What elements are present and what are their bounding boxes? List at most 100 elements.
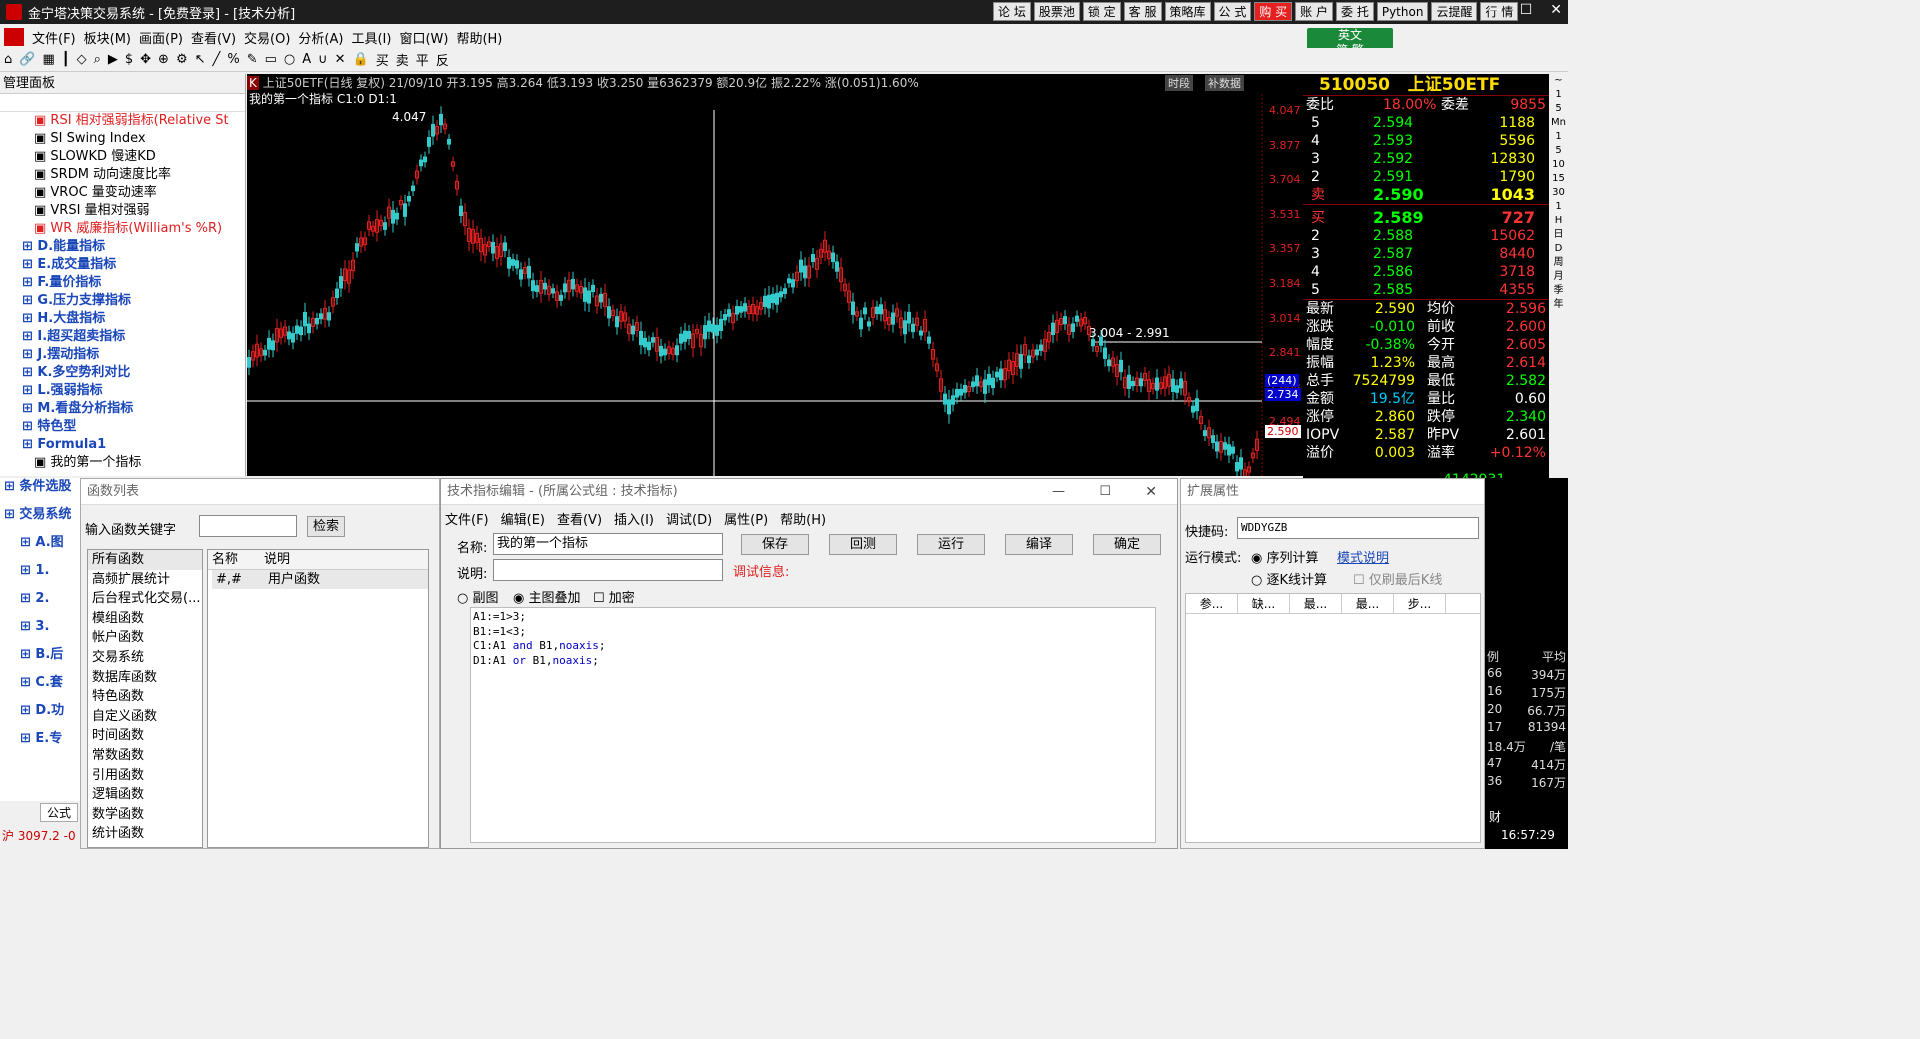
- line-tool-icon[interactable]: ╱: [213, 52, 221, 67]
- pen-icon[interactable]: ✎: [247, 52, 258, 67]
- category-item[interactable]: 特色函数: [88, 687, 202, 707]
- editor-menu-item-5[interactable]: 属性(P): [724, 509, 768, 528]
- mode-perbar-radio[interactable]: ○ 逐K线计算: [1251, 569, 1327, 588]
- tree-item[interactable]: ⊞ F.量价指标: [4, 274, 245, 292]
- category-list[interactable]: 所有函数 高频扩展统计 后台程式化交易(... 模组函数 帐户函数 交易系统 数据库函数 特色…: [87, 549, 203, 848]
- magnet-icon[interactable]: ∪: [318, 52, 328, 67]
- editor-menu-item-4[interactable]: 调试(D): [666, 509, 712, 528]
- tree-item[interactable]: ⊞ G.压力支撑指标: [4, 292, 245, 310]
- editor-menu-item-3[interactable]: 插入(I): [614, 509, 654, 528]
- radio-subchart[interactable]: ○ 副图: [457, 587, 499, 606]
- lower-tree-item[interactable]: ⊞ 1.: [0, 562, 80, 590]
- top-button-10[interactable]: 云提醒: [1431, 2, 1478, 21]
- editor-button-2[interactable]: 运行: [917, 534, 985, 555]
- category-item[interactable]: 统计函数: [88, 824, 202, 844]
- param-table[interactable]: 参... 缺... 最... 最... 步...: [1185, 593, 1481, 843]
- menu-item-7[interactable]: 窗口(W): [399, 28, 448, 47]
- circle-icon[interactable]: ○: [284, 52, 295, 67]
- category-item[interactable]: 所有函数: [88, 550, 202, 570]
- category-item[interactable]: 帐户函数: [88, 628, 202, 648]
- top-button-1[interactable]: 股票池: [1033, 2, 1080, 21]
- editor-maximize-icon[interactable]: ☐: [1099, 479, 1111, 505]
- tree-item[interactable]: ⊞ E.成交量指标: [4, 256, 245, 274]
- category-item[interactable]: 数学函数: [88, 805, 202, 825]
- play-icon[interactable]: ▶: [108, 52, 118, 67]
- category-item[interactable]: 逻辑函数: [88, 785, 202, 805]
- editor-menu-item-2[interactable]: 查看(V): [557, 509, 602, 528]
- top-button-3[interactable]: 客 服: [1123, 2, 1162, 21]
- lower-tree-item[interactable]: ⊞ 2.: [0, 590, 80, 618]
- tree-item[interactable]: ▣ VROC 量变动速率: [4, 184, 245, 202]
- close-icon[interactable]: ✕: [1550, 2, 1562, 18]
- menu-item-2[interactable]: 画面(P): [139, 28, 183, 47]
- dollar-icon[interactable]: $: [125, 52, 133, 67]
- tree-item[interactable]: ▣ WR 威廉指标(William's %R): [4, 220, 245, 238]
- tree-item[interactable]: ▣ RSI 相对强弱指标(Relative St: [4, 112, 245, 130]
- percent-icon[interactable]: %: [227, 52, 239, 67]
- function-row[interactable]: #,# 用户函数: [212, 569, 428, 590]
- lock-icon[interactable]: 🔒: [353, 52, 369, 67]
- tree-item[interactable]: ⊞ I.超买超卖指标: [4, 328, 245, 346]
- text-tool-icon[interactable]: A: [302, 52, 311, 67]
- lower-tree-item[interactable]: ⊞ C.套: [0, 674, 80, 702]
- editor-button-4[interactable]: 确定: [1093, 534, 1161, 555]
- tree-item[interactable]: ⊞ 特色型: [4, 418, 245, 436]
- desc-input[interactable]: [493, 559, 723, 581]
- category-item[interactable]: 高频扩展统计: [88, 570, 202, 590]
- lower-tree-item[interactable]: ⊞ B.后: [0, 646, 80, 674]
- code-editor[interactable]: A1:=1>3; B1:=1<3; C1:A1 and B1,noaxis; D…: [470, 607, 1156, 843]
- cursor-icon[interactable]: ↖: [195, 52, 206, 67]
- tree-item[interactable]: ▣ 我的第一个指标: [4, 454, 245, 472]
- period-strip[interactable]: ~1 5 Mn 1 5 10 15 30 1 H 日 D 周月季年: [1549, 74, 1568, 494]
- tab-formula[interactable]: 公式: [40, 803, 79, 822]
- menu-item-0[interactable]: 文件(F): [32, 28, 76, 47]
- category-item[interactable]: 后台程式化交易(...: [88, 589, 202, 609]
- menu-item-5[interactable]: 分析(A): [298, 28, 343, 47]
- mode-help-link[interactable]: 模式说明: [1337, 547, 1389, 566]
- tree-item[interactable]: ⊞ H.大盘指标: [4, 310, 245, 328]
- reverse-icon[interactable]: 反: [436, 50, 449, 69]
- top-button-5[interactable]: 公 式: [1213, 2, 1252, 21]
- function-search-input[interactable]: [199, 515, 297, 537]
- shortcode-input[interactable]: WDDYGZB: [1237, 517, 1479, 539]
- category-item[interactable]: 自定义函数: [88, 707, 202, 727]
- minimize-icon[interactable]: —: [1488, 2, 1502, 18]
- maximize-icon[interactable]: ☐: [1520, 2, 1533, 18]
- menu-item-1[interactable]: 板块(M): [84, 28, 131, 47]
- tree-item[interactable]: ⊞ Formula1: [4, 436, 245, 454]
- search-button[interactable]: 检索: [307, 516, 345, 537]
- delete-icon[interactable]: ✕: [335, 52, 346, 67]
- lower-tree-item[interactable]: ⊞ 条件选股: [0, 478, 80, 506]
- top-button-9[interactable]: Python: [1376, 2, 1429, 21]
- top-button-8[interactable]: 委 托: [1336, 2, 1374, 21]
- tree-item[interactable]: ⊞ L.强弱指标: [4, 382, 245, 400]
- flat-icon[interactable]: 平: [416, 50, 429, 69]
- category-item[interactable]: 时间函数: [88, 726, 202, 746]
- last-bar-checkbox[interactable]: ☐ 仅刷最后K线: [1353, 569, 1442, 588]
- gear-icon[interactable]: ⚙: [176, 52, 188, 67]
- tree-item[interactable]: ⊞ J.摆动指标: [4, 346, 245, 364]
- search-icon[interactable]: ⌕: [94, 52, 101, 67]
- editor-menu-item-6[interactable]: 帮助(H): [780, 509, 826, 528]
- tree-item[interactable]: ▣ SI Swing Index: [4, 130, 245, 148]
- name-input[interactable]: 我的第一个指标: [493, 533, 723, 555]
- category-item[interactable]: 交易系统: [88, 648, 202, 668]
- category-item[interactable]: 数据库函数: [88, 668, 202, 688]
- language-top[interactable]: 英文: [1307, 28, 1393, 43]
- top-button-4[interactable]: 策略库: [1164, 2, 1211, 21]
- move-icon[interactable]: ✥: [140, 52, 151, 67]
- editor-minimize-icon[interactable]: —: [1052, 479, 1065, 505]
- grid-icon[interactable]: ▦: [42, 52, 54, 67]
- kline-chart[interactable]: K 上证50ETF(日线 复权) 21/09/10 开3.195 高3.264 …: [247, 74, 1303, 476]
- home-icon[interactable]: ⌂: [4, 52, 12, 67]
- lower-tree-item[interactable]: ⊞ 交易系统: [0, 506, 80, 534]
- link-icon[interactable]: 🔗: [19, 52, 35, 67]
- top-button-0[interactable]: 论 坛: [993, 2, 1031, 21]
- app-menu-icon[interactable]: [4, 28, 24, 46]
- lower-tree-item[interactable]: ⊞ A.图: [0, 534, 80, 562]
- function-table[interactable]: 名称说明 #,#用户函数.#$@引用操作符[]数组下标ABS求绝对值ACOS反余…: [207, 549, 429, 848]
- menu-item-4[interactable]: 交易(O): [244, 28, 290, 47]
- tree-item[interactable]: ▣ SRDM 动向速度比率: [4, 166, 245, 184]
- menu-item-8[interactable]: 帮助(H): [456, 28, 502, 47]
- tree-item[interactable]: ⊞ D.能量指标: [4, 238, 245, 256]
